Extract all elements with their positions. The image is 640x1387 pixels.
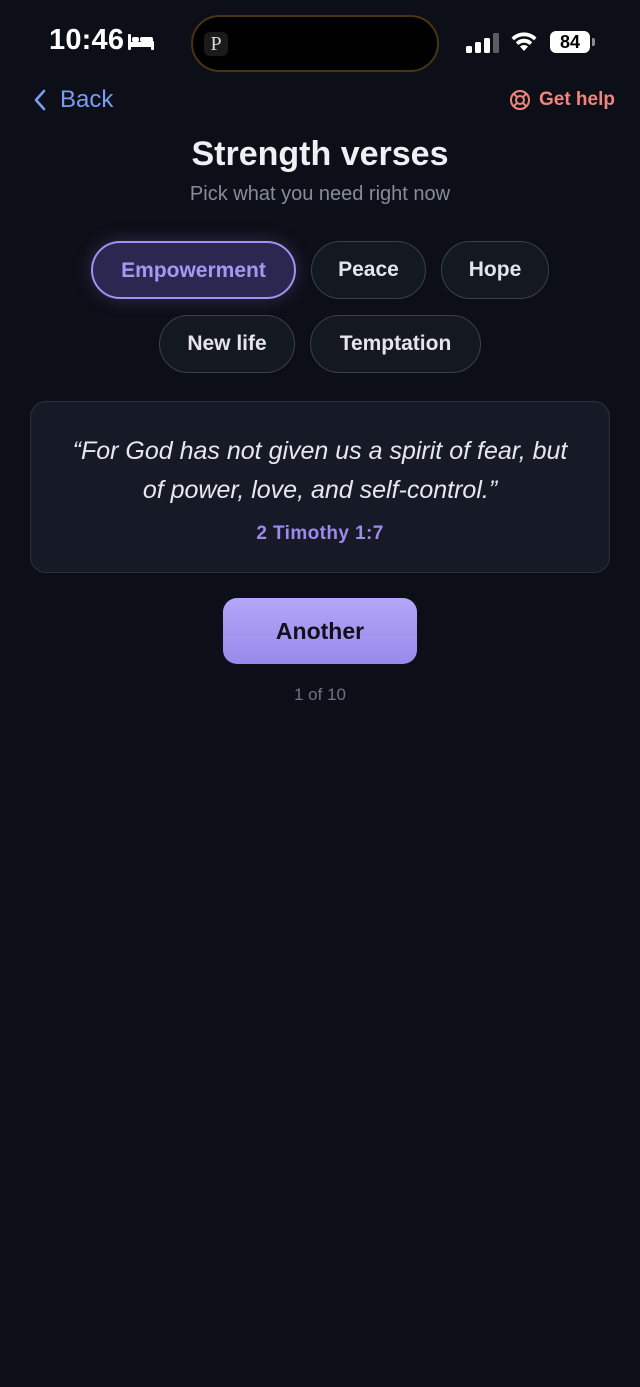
chip-new-life[interactable]: New life (159, 315, 295, 373)
live-activity-app-icon: P (204, 32, 228, 56)
chip-temptation[interactable]: Temptation (310, 315, 481, 373)
chip-peace[interactable]: Peace (311, 241, 426, 299)
verse-reference: 2 Timothy 1:7 (256, 523, 384, 544)
verse-card: “For God has not given us a spirit of fe… (30, 401, 610, 573)
another-verse-button[interactable]: Another (223, 598, 417, 664)
sleep-bed-icon (128, 34, 154, 50)
chevron-left-icon (34, 89, 46, 111)
lifebuoy-icon (509, 90, 530, 110)
battery-indicator: 84 (550, 31, 595, 53)
get-help-button[interactable]: Get help (509, 86, 615, 114)
page-subtitle: Pick what you need right now (189, 183, 451, 205)
dynamic-island: P (191, 15, 439, 72)
battery-tip (592, 38, 595, 46)
status-time: 10:46 (49, 24, 125, 56)
wifi-icon (511, 32, 537, 51)
chip-hope[interactable]: Hope (441, 241, 549, 299)
verse-counter: 1 of 10 (294, 685, 346, 704)
back-label: Back (60, 86, 114, 113)
battery-level: 84 (550, 31, 590, 53)
back-button[interactable]: Back (32, 84, 113, 116)
chip-empowerment[interactable]: Empowerment (91, 241, 296, 299)
verse-text: “For God has not given us a spirit of fe… (72, 437, 568, 504)
get-help-label: Get help (538, 89, 615, 110)
status-bar: 10:46 P 84 (0, 0, 640, 88)
screen: 10:46 P 84 Back Get help Strength verses… (0, 0, 640, 1387)
page-title: Strength verses (191, 135, 449, 173)
cellular-signal-icon (466, 33, 499, 53)
